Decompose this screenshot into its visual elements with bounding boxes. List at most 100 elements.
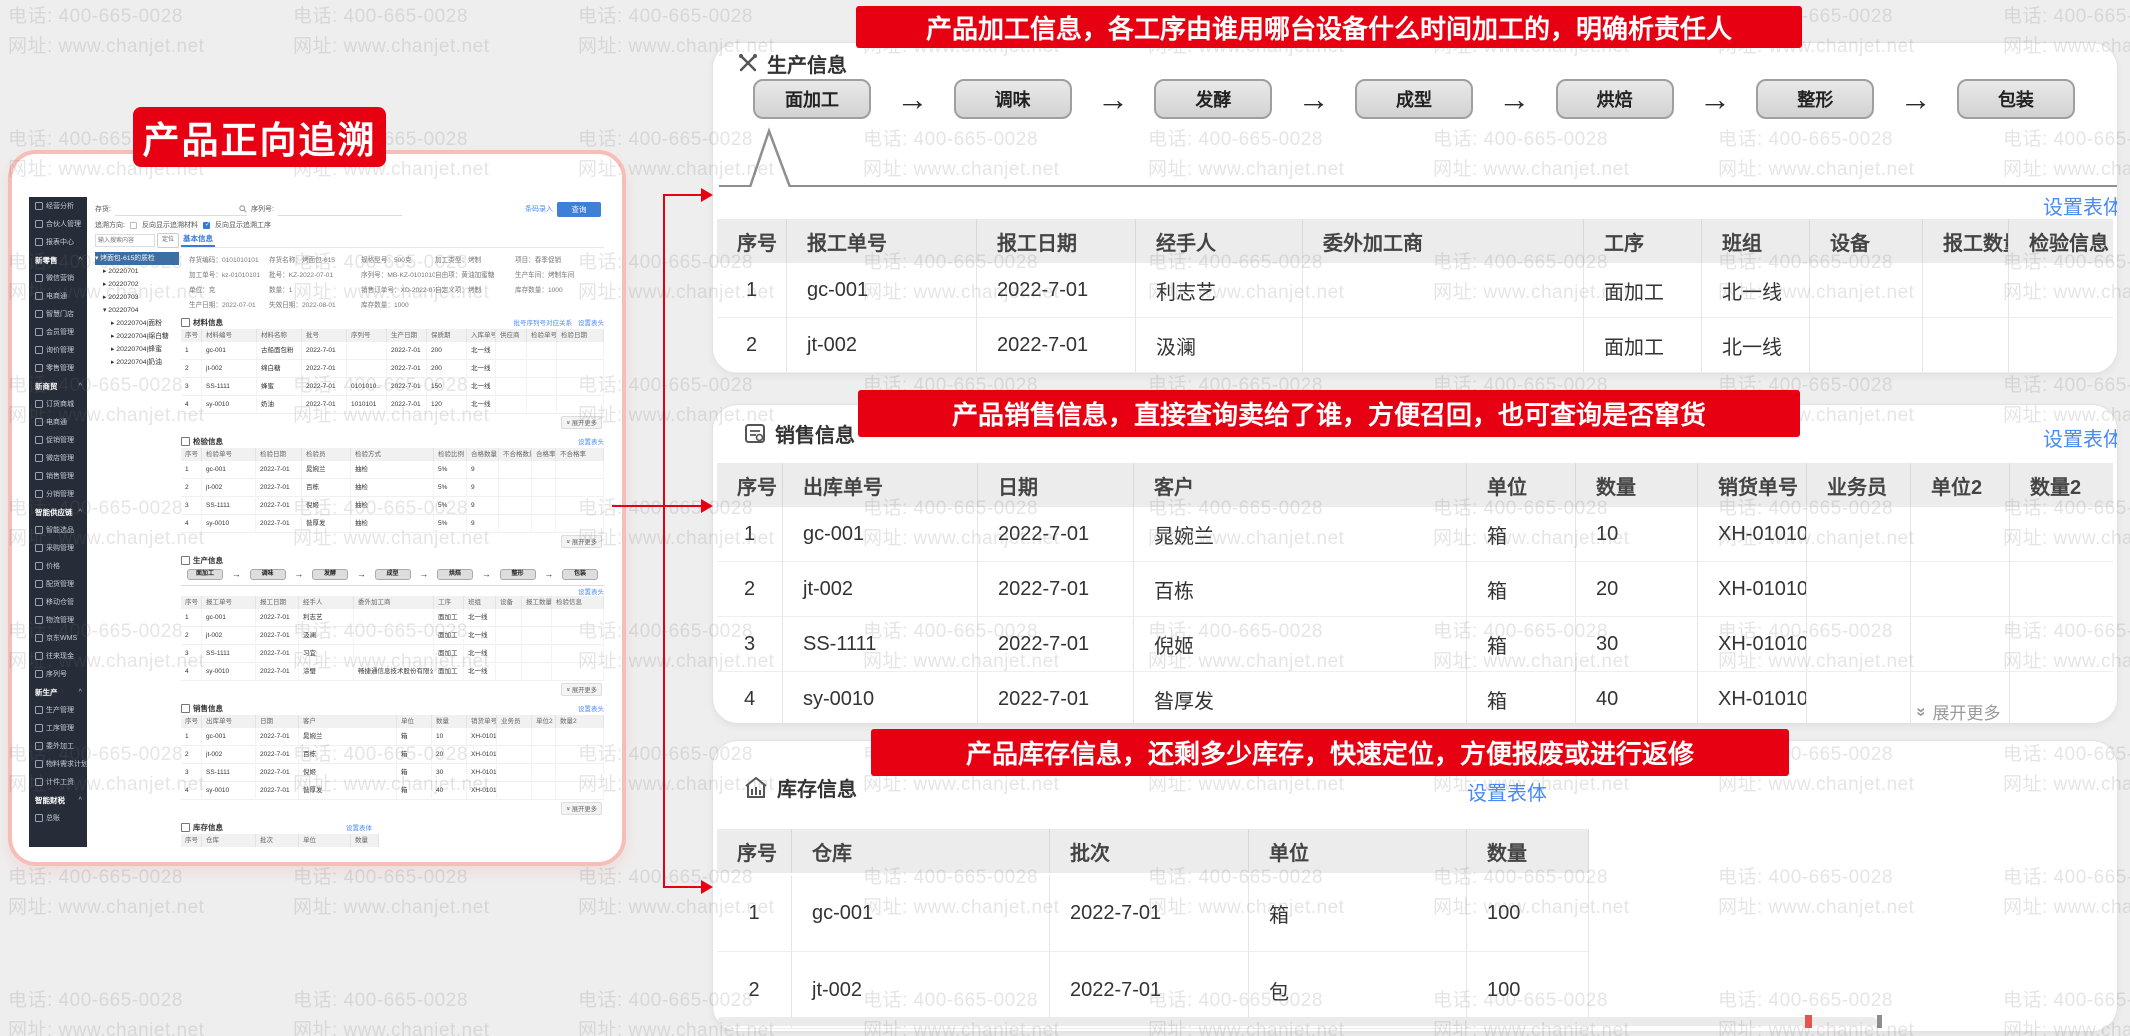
sidebar-item[interactable]: 微店管理 bbox=[29, 449, 87, 467]
sidebar-item[interactable]: 委外加工 bbox=[29, 737, 87, 755]
table-cell bbox=[347, 342, 387, 360]
table-cell: 4 bbox=[181, 663, 202, 681]
set-header-link[interactable]: 设置表头 bbox=[578, 436, 604, 446]
process-step[interactable]: 发酵 bbox=[312, 569, 348, 580]
process-step[interactable]: 包装 bbox=[1956, 79, 2075, 119]
process-step[interactable]: 调味 bbox=[249, 569, 286, 580]
checkbox-materials[interactable] bbox=[129, 221, 137, 229]
sidebar-item[interactable]: 报表中心 bbox=[29, 233, 87, 251]
locate-button[interactable]: 定位 bbox=[157, 233, 179, 248]
table-cell: jt-002 bbox=[202, 746, 256, 764]
expand-more-button[interactable]: » 展开更多 bbox=[1913, 699, 2001, 723]
sidebar-item[interactable]: 经营分析 bbox=[29, 197, 87, 215]
sidebar-item[interactable]: 分销管理 bbox=[29, 485, 87, 503]
sidebar-item[interactable]: 询价管理 bbox=[29, 341, 87, 359]
tree-item[interactable]: ▸ 20220704|面粉 bbox=[95, 317, 179, 330]
tree-item[interactable]: ▸ 20220704|奶油 bbox=[95, 356, 179, 369]
horizontal-scrollbar[interactable] bbox=[717, 1015, 1877, 1028]
expand-more-button[interactable]: » 展开更多 bbox=[561, 535, 602, 548]
serial-input[interactable] bbox=[277, 202, 402, 215]
sidebar-item[interactable]: 销售管理 bbox=[29, 467, 87, 485]
process-step[interactable]: 成型 bbox=[1354, 79, 1473, 119]
process-step[interactable]: 整形 bbox=[1756, 79, 1875, 119]
batch-serial-relation-link[interactable]: 批号序列号对应关系 bbox=[514, 317, 573, 327]
sidebar-item[interactable]: 物流管理 bbox=[29, 611, 87, 629]
process-flow-mini: 面加工 → 调味 → 发酵 → 成型 → 烘焙 → 整形 → 包装 bbox=[181, 568, 604, 581]
expand-more-button[interactable]: » 展开更多 bbox=[561, 416, 602, 429]
sidebar-item[interactable]: 智能选品 bbox=[29, 521, 87, 539]
sidebar-section[interactable]: 新生产 ^ bbox=[29, 683, 87, 701]
sidebar-item[interactable]: 订货商城 bbox=[29, 395, 87, 413]
table-cell: 生产车间：烤制车间 bbox=[515, 272, 575, 279]
sidebar-item[interactable]: 采购管理 bbox=[29, 539, 87, 557]
barcode-entry-link[interactable]: 条码录入 bbox=[525, 204, 553, 214]
sidebar-item[interactable]: 合伙人管理 bbox=[29, 215, 87, 233]
process-step[interactable]: 整形 bbox=[499, 569, 536, 580]
sidebar-section[interactable]: 智能财税 ^ bbox=[29, 791, 87, 809]
set-body-link[interactable]: 设置表体 bbox=[1467, 777, 1547, 806]
connector-line bbox=[663, 194, 703, 196]
process-step[interactable]: 调味 bbox=[953, 79, 1072, 119]
sidebar-item[interactable]: 电商通 bbox=[29, 413, 87, 431]
tree-item[interactable]: ▸ 20220704|蜂蜜 bbox=[95, 343, 179, 356]
set-table-link[interactable]: 设置表体 bbox=[2043, 423, 2117, 452]
sidebar-item[interactable]: 会员管理 bbox=[29, 323, 87, 341]
sidebar-item[interactable]: 智慧门店 bbox=[29, 305, 87, 323]
sidebar-item[interactable]: 促销管理 bbox=[29, 431, 87, 449]
sidebar-item[interactable]: 生产管理 bbox=[29, 701, 87, 719]
sidebar-item[interactable]: 计件工资 bbox=[29, 773, 87, 791]
process-step[interactable]: 发酵 bbox=[1154, 79, 1273, 119]
sidebar-item[interactable]: 物料需求计划 bbox=[29, 755, 87, 773]
sidebar-item[interactable]: 总账 bbox=[29, 809, 87, 827]
process-step[interactable]: 成型 bbox=[374, 569, 411, 580]
process-step[interactable]: 烘焙 bbox=[1555, 79, 1674, 119]
query-button[interactable]: 查询 bbox=[557, 201, 601, 217]
process-step[interactable]: 面加工 bbox=[753, 79, 871, 119]
sidebar-section[interactable]: 智能供应链 ^ bbox=[29, 503, 87, 521]
set-header-link[interactable]: 设置表头 bbox=[578, 317, 604, 327]
sidebar-item[interactable]: 序列号 bbox=[29, 665, 87, 683]
sidebar-item[interactable]: 工序管理 bbox=[29, 719, 87, 737]
process-step[interactable]: 包装 bbox=[562, 569, 598, 580]
tree-item[interactable]: ▾ 烤面包-615的质检 bbox=[95, 252, 179, 265]
checkbox-process[interactable] bbox=[202, 221, 210, 229]
table-cell: 单位2 bbox=[532, 715, 556, 728]
tree-item[interactable]: ▸ 20220704|绵白糖 bbox=[95, 330, 179, 343]
set-header-link[interactable]: 设置表头 bbox=[578, 703, 604, 713]
tree-list: ▾ 烤面包-615的质检 ▸ 20220701 ▸ 20220702 ▸ 202207… bbox=[95, 252, 179, 369]
inventory-section: 库存信息 设置表体 序号仓库批次单位数量 1gc-0012022-7-01箱10… bbox=[181, 820, 604, 847]
tree-item[interactable]: ▾ 20220704 bbox=[95, 304, 179, 317]
table-cell: 存货编码：0101010101 bbox=[189, 257, 259, 264]
set-header-link[interactable]: 设置表头 bbox=[578, 586, 604, 596]
expand-more-button[interactable]: » 展开更多 bbox=[561, 683, 602, 696]
set-body-link[interactable]: 设置表体 bbox=[346, 822, 372, 832]
sidebar-item[interactable]: 零售管理 bbox=[29, 359, 87, 377]
process-step[interactable]: 面加工 bbox=[187, 569, 223, 580]
sidebar-item[interactable]: 往来现金 bbox=[29, 647, 87, 665]
set-table-link[interactable]: 设置表体 bbox=[2043, 191, 2117, 220]
table-header: 序号 出库单号 日期 客户 单位 数量 销货单号 业务员 单位2 数量2 bbox=[717, 463, 2113, 507]
stock-input[interactable] bbox=[114, 202, 239, 215]
sidebar-item[interactable]: 微信营销 bbox=[29, 269, 87, 287]
serial-label: 序列号: bbox=[250, 206, 274, 213]
sidebar-section[interactable]: 新零售 ^ bbox=[29, 251, 87, 269]
menu-item-icon bbox=[35, 616, 43, 624]
table-cell: 2 bbox=[717, 562, 783, 617]
tab-basic-info[interactable]: 基本信息 bbox=[181, 231, 215, 247]
sidebar-section[interactable]: 新商贸 ^ bbox=[29, 377, 87, 395]
sidebar-item[interactable]: 配货管理 bbox=[29, 575, 87, 593]
process-step[interactable]: 烘焙 bbox=[437, 569, 473, 580]
sidebar-item[interactable]: 京东WMS bbox=[29, 629, 87, 647]
sidebar-item[interactable]: 电商通 bbox=[29, 287, 87, 305]
tree-item[interactable]: ▸ 20220701 bbox=[95, 265, 179, 278]
tree-item[interactable]: ▸ 20220702 bbox=[95, 278, 179, 291]
tree-search-input[interactable] bbox=[95, 234, 155, 247]
expand-more-button[interactable]: » 展开更多 bbox=[561, 802, 602, 815]
table-cell: 1 bbox=[181, 728, 202, 746]
sidebar-item[interactable]: 移动仓管 bbox=[29, 593, 87, 611]
table-cell: 序号 bbox=[717, 463, 783, 507]
checkbox-materials-label: 反向显示追溯材料 bbox=[141, 222, 198, 229]
sidebar-item[interactable]: 价格 bbox=[29, 557, 87, 575]
tree-item[interactable]: ▸ 20220703 bbox=[95, 291, 179, 304]
table-cell bbox=[527, 378, 557, 396]
